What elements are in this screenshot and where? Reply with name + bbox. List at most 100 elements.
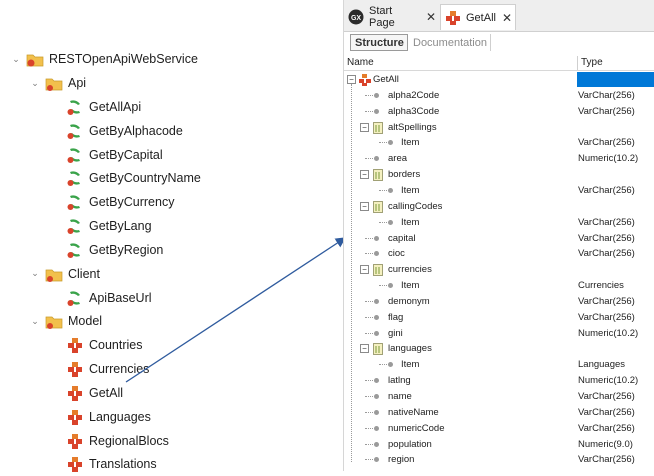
structure-row[interactable]: − languages bbox=[344, 341, 654, 357]
subtab-structure[interactable]: Structure bbox=[350, 34, 408, 51]
bullet-icon bbox=[374, 108, 379, 114]
tree-connector bbox=[365, 300, 373, 302]
tree-item-label: GetByCapital bbox=[89, 147, 163, 162]
structure-row[interactable]: numericCode VarChar(256) bbox=[344, 421, 654, 437]
row-type: VarChar(256) bbox=[578, 422, 635, 434]
procedure-icon bbox=[66, 98, 84, 116]
row-name: GetAll bbox=[373, 74, 399, 85]
chevron-down-icon[interactable]: ⌄ bbox=[10, 53, 22, 65]
tree-item-languages[interactable]: Languages bbox=[50, 407, 151, 427]
row-type: Numeric(10.2) bbox=[578, 375, 639, 387]
structure-row[interactable]: latlng Numeric(10.2) bbox=[344, 373, 654, 389]
tree-item-getall[interactable]: GetAll bbox=[50, 383, 123, 403]
row-name: Item bbox=[401, 184, 420, 196]
row-type: VarChar(256) bbox=[578, 232, 635, 244]
structure-row[interactable]: Item Currencies bbox=[344, 278, 654, 294]
collapse-icon[interactable]: − bbox=[360, 344, 369, 354]
tree-root-restopenapiwebservice[interactable]: ⌄ RESTOpenApiWebService bbox=[10, 49, 198, 69]
document-tab-bar: GX Start Page ✕ GetAll ✕ bbox=[344, 0, 654, 32]
chevron-down-icon[interactable]: ⌄ bbox=[29, 268, 41, 280]
structure-row[interactable]: Item VarChar(256) bbox=[344, 135, 654, 151]
structure-row[interactable]: alpha3Code VarChar(256) bbox=[344, 104, 654, 120]
collapse-icon[interactable]: − bbox=[360, 122, 369, 132]
sdt-icon bbox=[66, 360, 84, 378]
structure-row[interactable]: Item Languages bbox=[344, 357, 654, 373]
chevron-down-icon[interactable]: ⌄ bbox=[29, 77, 41, 89]
structure-row[interactable]: area Numeric(10.2) bbox=[344, 151, 654, 167]
structure-row[interactable]: region VarChar(256) bbox=[344, 452, 654, 468]
tree-item-label: RESTOpenApiWebService bbox=[49, 52, 198, 66]
row-type: VarChar(256) bbox=[578, 248, 635, 260]
tree-item-label: Languages bbox=[89, 409, 151, 424]
structure-row[interactable]: − altSpellings bbox=[344, 120, 654, 136]
tree-item-getbyalphacode[interactable]: GetByAlphacode bbox=[50, 121, 183, 141]
tree-item-getbycurrency[interactable]: GetByCurrency bbox=[50, 192, 174, 212]
row-type: VarChar(256) bbox=[578, 105, 635, 117]
structure-row[interactable]: nativeName VarChar(256) bbox=[344, 405, 654, 421]
row-type: Numeric(10.2) bbox=[578, 153, 639, 165]
tree-item-label: RegionalBlocs bbox=[89, 433, 169, 448]
structure-row[interactable]: demonym VarChar(256) bbox=[344, 294, 654, 310]
tree-item-getbycapital[interactable]: GetByCapital bbox=[50, 145, 163, 165]
structure-row[interactable]: − borders bbox=[344, 167, 654, 183]
bullet-icon bbox=[374, 457, 379, 463]
tree-item-apibaseurl[interactable]: ApiBaseUrl bbox=[50, 288, 152, 308]
structure-row[interactable]: alpha2Code VarChar(256) bbox=[344, 88, 654, 104]
tree-item-currencies[interactable]: Currencies bbox=[50, 359, 149, 379]
knowledge-base-tree: ⌄ RESTOpenApiWebService ⌄ Api GetAllApi GetBy… bbox=[0, 0, 340, 474]
column-divider[interactable] bbox=[577, 56, 578, 70]
row-type: VarChar(256) bbox=[578, 216, 635, 228]
tree-connector bbox=[379, 285, 387, 287]
column-header-name[interactable]: Name bbox=[347, 57, 374, 68]
tree-connector bbox=[379, 142, 387, 144]
structure-row[interactable]: gini Numeric(10.2) bbox=[344, 326, 654, 342]
tree-item-getallapi[interactable]: GetAllApi bbox=[50, 97, 141, 117]
tree-item-getbycountryname[interactable]: GetByCountryName bbox=[50, 168, 201, 188]
close-icon[interactable]: ✕ bbox=[426, 10, 436, 24]
structure-grid-header: Name Type bbox=[344, 56, 654, 71]
tree-connector bbox=[365, 380, 373, 382]
structure-row[interactable]: flag VarChar(256) bbox=[344, 310, 654, 326]
collapse-icon[interactable]: − bbox=[360, 201, 369, 211]
tree-folder-client[interactable]: ⌄ Client bbox=[29, 264, 100, 284]
collapse-icon[interactable]: − bbox=[360, 265, 369, 275]
tab-start-page[interactable]: GX Start Page ✕ bbox=[348, 4, 436, 30]
tree-item-countries[interactable]: Countries bbox=[50, 335, 143, 355]
structure-row[interactable]: − currencies bbox=[344, 262, 654, 278]
tree-item-translations[interactable]: Translations bbox=[50, 454, 157, 474]
tree-connector bbox=[365, 396, 373, 397]
column-header-type[interactable]: Type bbox=[581, 57, 603, 68]
collapse-icon[interactable]: − bbox=[347, 75, 356, 84]
structure-row[interactable]: − GetAll bbox=[344, 72, 654, 88]
structure-row[interactable]: capital VarChar(256) bbox=[344, 231, 654, 247]
tab-label: GetAll bbox=[466, 11, 496, 24]
bullet-icon bbox=[374, 394, 379, 399]
tree-item-getbylang[interactable]: GetByLang bbox=[50, 216, 152, 236]
bullet-icon bbox=[374, 378, 379, 384]
tree-folder-api[interactable]: ⌄ Api bbox=[29, 73, 86, 93]
structure-row[interactable]: Item VarChar(256) bbox=[344, 215, 654, 231]
structure-row[interactable]: cioc VarChar(256) bbox=[344, 246, 654, 262]
structure-row[interactable]: Item VarChar(256) bbox=[344, 183, 654, 199]
tree-item-label: Currencies bbox=[89, 362, 150, 377]
structure-row[interactable]: − callingCodes bbox=[344, 199, 654, 215]
structure-row[interactable]: name VarChar(256) bbox=[344, 389, 654, 405]
bullet-icon bbox=[374, 441, 379, 447]
row-name: gini bbox=[388, 327, 403, 339]
structure-row[interactable]: population Numeric(9.0) bbox=[344, 437, 654, 453]
sdt-editor-panel: GX Start Page ✕ GetAll ✕ Structure Docum… bbox=[343, 0, 654, 471]
close-icon[interactable]: ✕ bbox=[502, 11, 512, 25]
chevron-down-icon[interactable]: ⌄ bbox=[29, 315, 41, 327]
collapse-icon[interactable]: − bbox=[360, 170, 369, 180]
tree-item-getbyregion[interactable]: GetByRegion bbox=[50, 240, 163, 260]
tree-folder-model[interactable]: ⌄ Model bbox=[29, 311, 102, 331]
tab-getall[interactable]: GetAll ✕ bbox=[440, 4, 516, 30]
tree-item-label: GetByCountryName bbox=[89, 171, 201, 186]
row-type: VarChar(256) bbox=[578, 137, 635, 149]
subtab-documentation[interactable]: Documentation bbox=[409, 34, 491, 51]
tree-connector bbox=[365, 158, 373, 160]
tree-item-regionalblocs[interactable]: RegionalBlocs bbox=[50, 431, 169, 451]
